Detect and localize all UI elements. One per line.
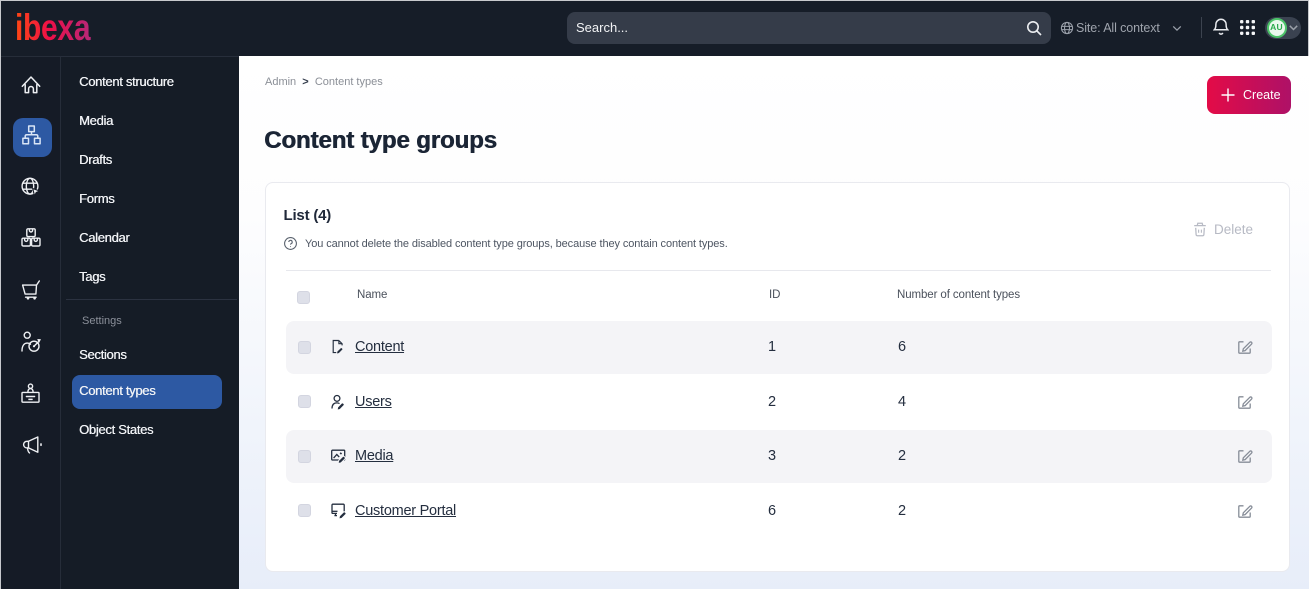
svg-text:ibexa: ibexa — [15, 11, 91, 41]
